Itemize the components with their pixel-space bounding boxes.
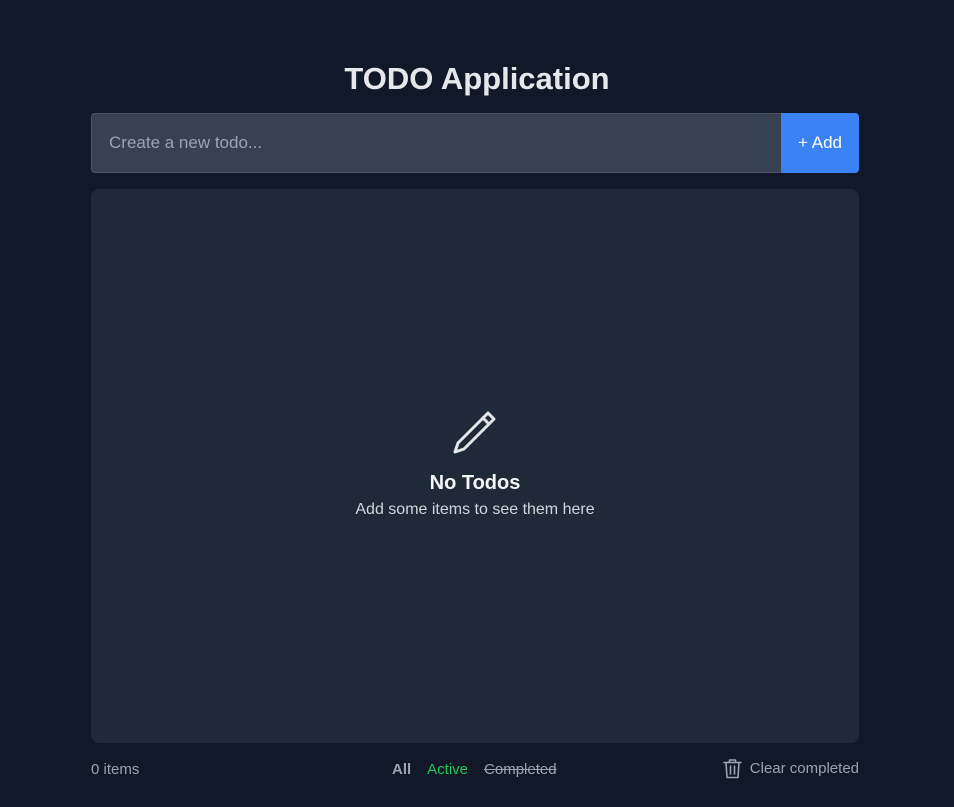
item-count: 0 items xyxy=(91,761,140,778)
filter-active[interactable]: Active xyxy=(427,761,468,778)
empty-state: No Todos Add some items to see them here xyxy=(91,409,859,521)
filter-all[interactable]: All xyxy=(392,761,411,778)
empty-state-subtitle: Add some items to see them here xyxy=(355,501,595,518)
trash-icon xyxy=(722,759,742,779)
pencil-icon xyxy=(453,411,496,454)
page-title: TODO Application xyxy=(344,61,610,96)
add-button[interactable]: + Add xyxy=(781,113,859,173)
filter-group: All Active Completed xyxy=(392,761,557,778)
todo-list-panel: No Todos Add some items to see them here xyxy=(91,189,859,743)
empty-state-title: No Todos xyxy=(429,472,521,494)
clear-completed-label: Clear completed xyxy=(749,760,859,777)
new-todo-input[interactable] xyxy=(91,113,781,173)
clear-completed-button[interactable]: Clear completed xyxy=(722,758,859,779)
filter-completed[interactable]: Completed xyxy=(484,761,557,778)
todo-footer: 0 items All Active Completed Clear compl… xyxy=(91,758,859,782)
new-todo-form: + Add xyxy=(91,113,859,173)
